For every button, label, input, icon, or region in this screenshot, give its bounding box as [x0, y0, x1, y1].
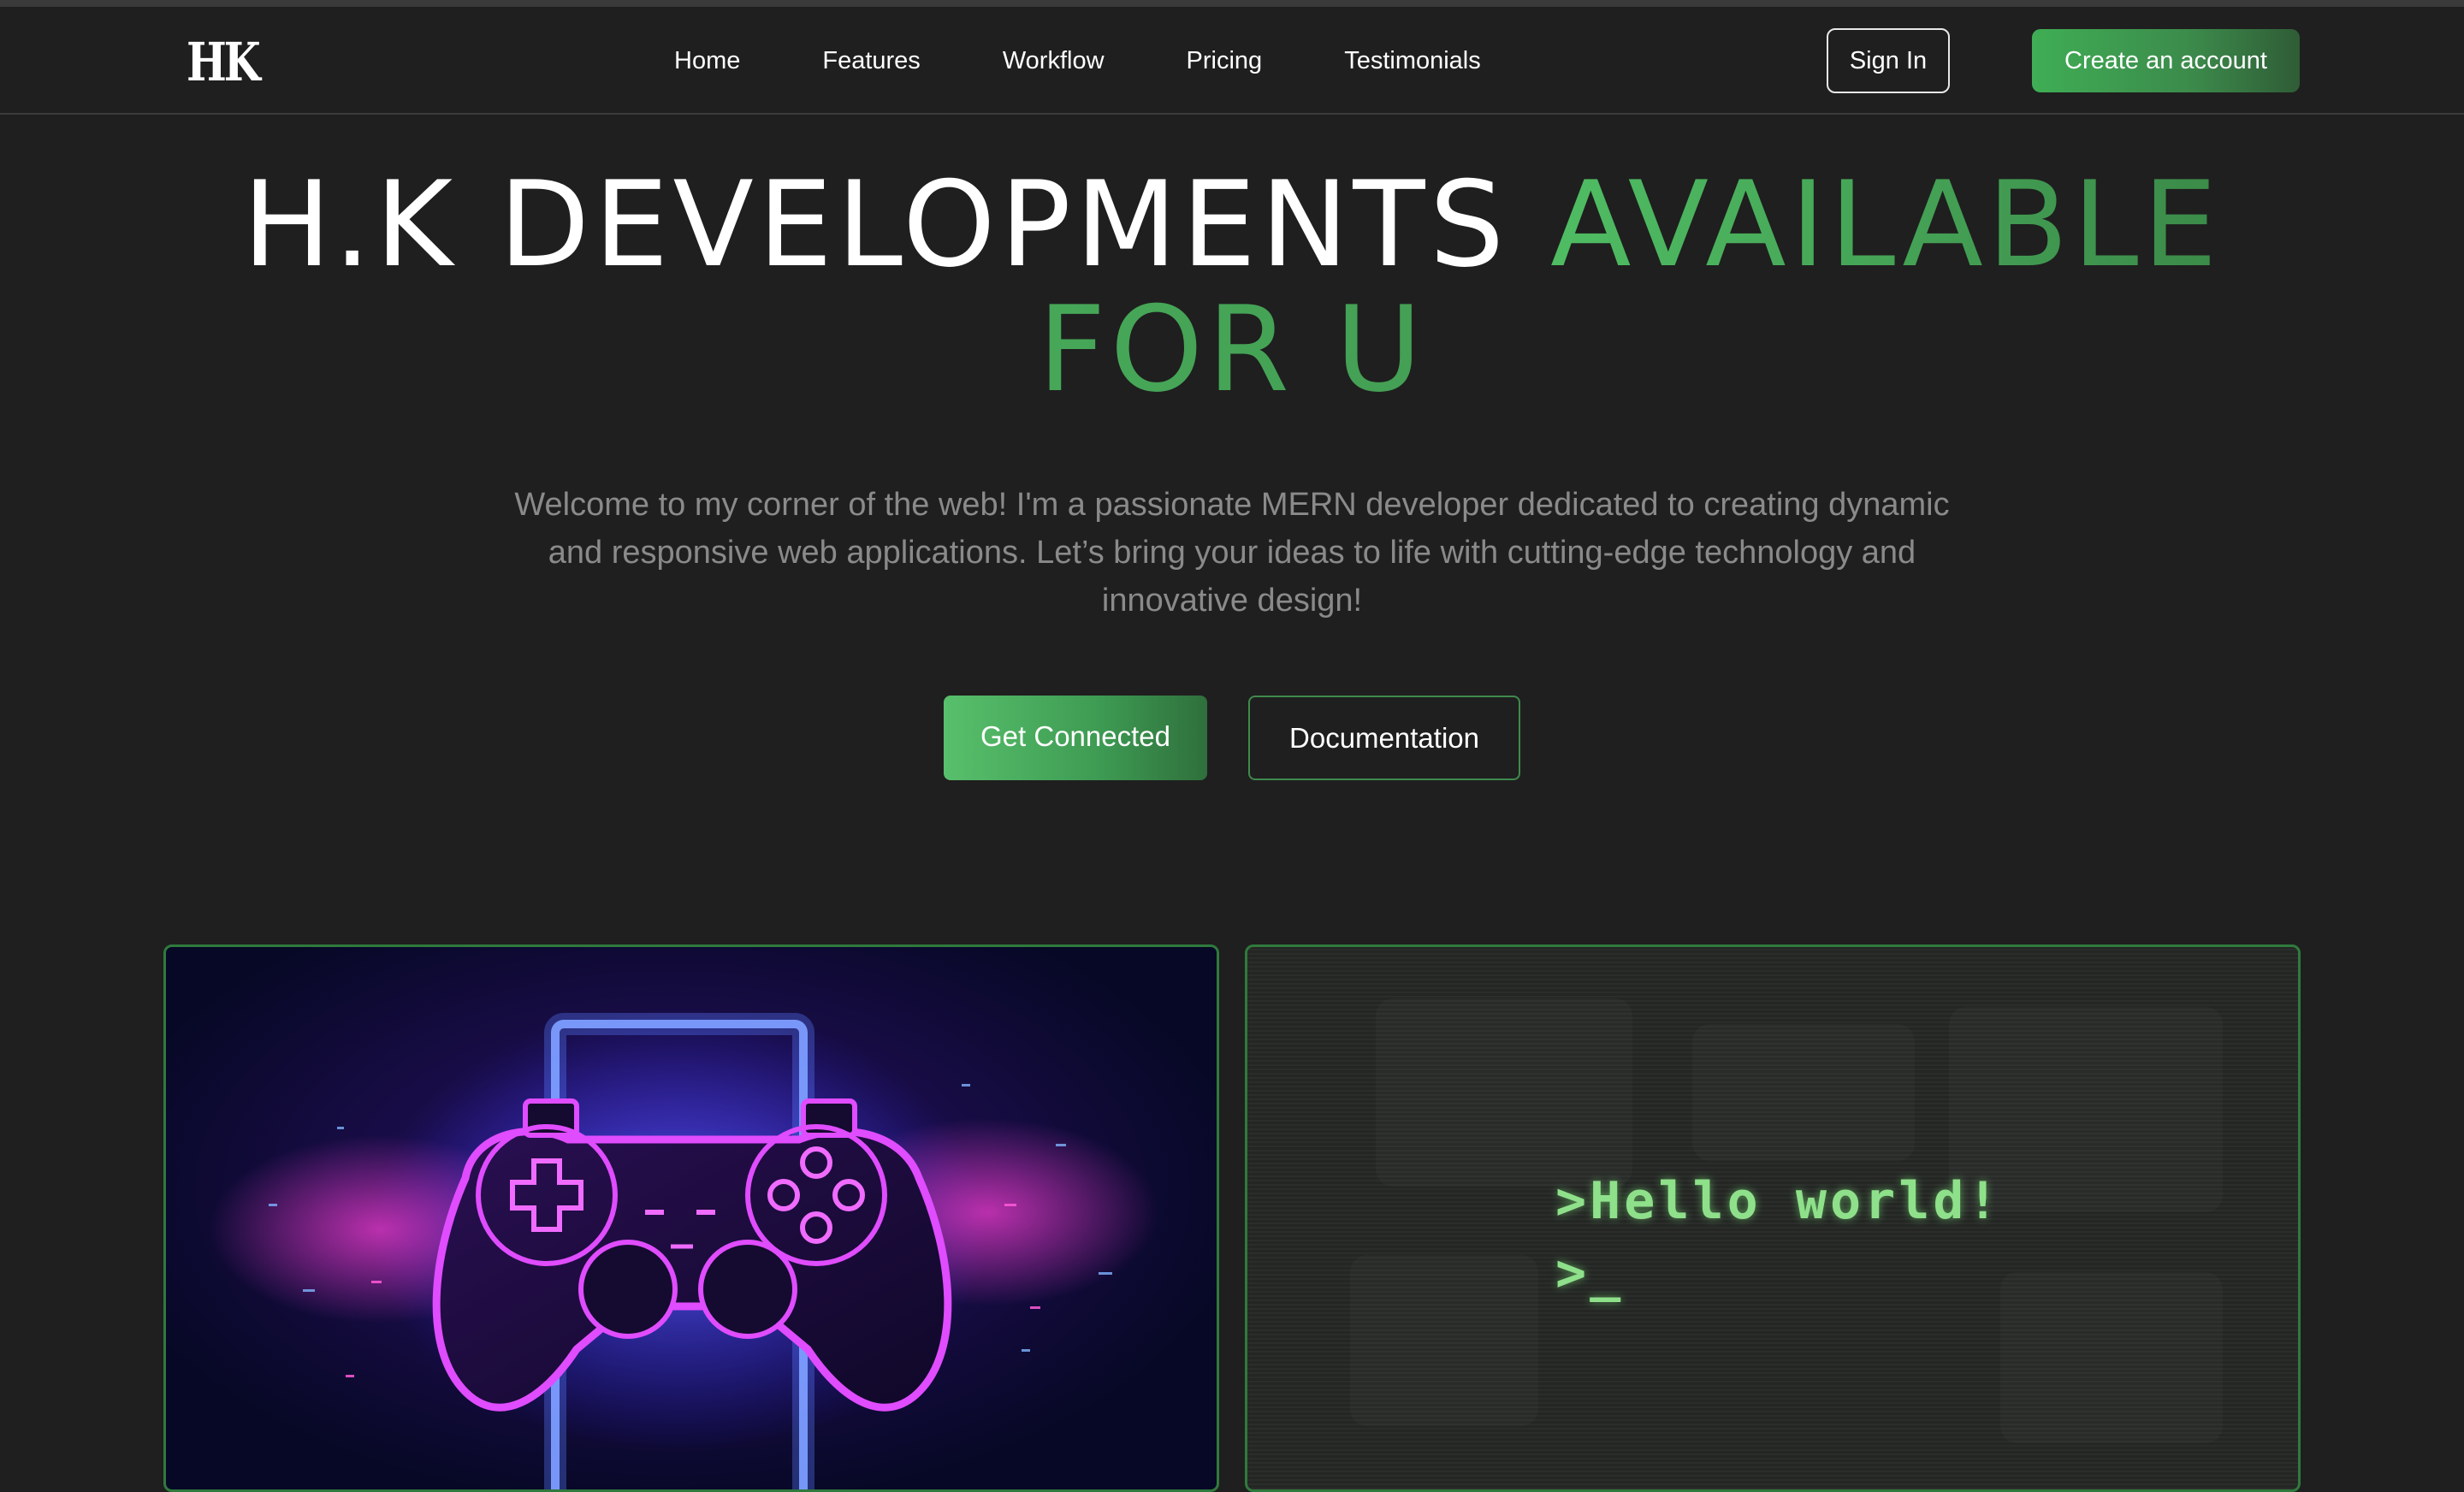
- hero-title-highlight-line2: FOR U: [0, 287, 2464, 412]
- get-connected-button[interactable]: Get Connected: [944, 696, 1207, 780]
- hero-title: H.K DEVELOPMENTS AVAILABLE FOR U: [0, 163, 2464, 412]
- terminal-image-card: >Hello world! >_: [1245, 944, 2301, 1492]
- nav-link-testimonials[interactable]: Testimonials: [1344, 47, 1481, 75]
- terminal-line: >Hello world!: [1555, 1171, 2002, 1231]
- nav-links: Home Features Workflow Pricing Testimoni…: [674, 7, 1563, 115]
- game-image-card: [163, 944, 1219, 1492]
- nav-link-home[interactable]: Home: [674, 47, 740, 75]
- documentation-button[interactable]: Documentation: [1248, 696, 1520, 780]
- create-account-button[interactable]: Create an account: [2032, 29, 2300, 92]
- terminal-output: >Hello world! >_: [1555, 1165, 2002, 1309]
- logo[interactable]: HK: [187, 31, 261, 93]
- terminal-line: >_: [1555, 1243, 1625, 1303]
- hero-title-highlight: AVAILABLE: [1550, 156, 2222, 293]
- hero-description: Welcome to my corner of the web! I'm a p…: [514, 487, 1950, 619]
- nav-link-features[interactable]: Features: [822, 47, 920, 75]
- nav-link-workflow[interactable]: Workflow: [1003, 47, 1105, 75]
- window-top-border: [0, 0, 2464, 7]
- sign-in-button[interactable]: Sign In: [1827, 28, 1950, 93]
- nav-link-pricing[interactable]: Pricing: [1187, 47, 1263, 75]
- navbar: HK Home Features Workflow Pricing Testim…: [0, 7, 2464, 115]
- hero-title-main: H.K DEVELOPMENTS: [242, 156, 1509, 293]
- gamepad-icon: [209, 1007, 1158, 1489]
